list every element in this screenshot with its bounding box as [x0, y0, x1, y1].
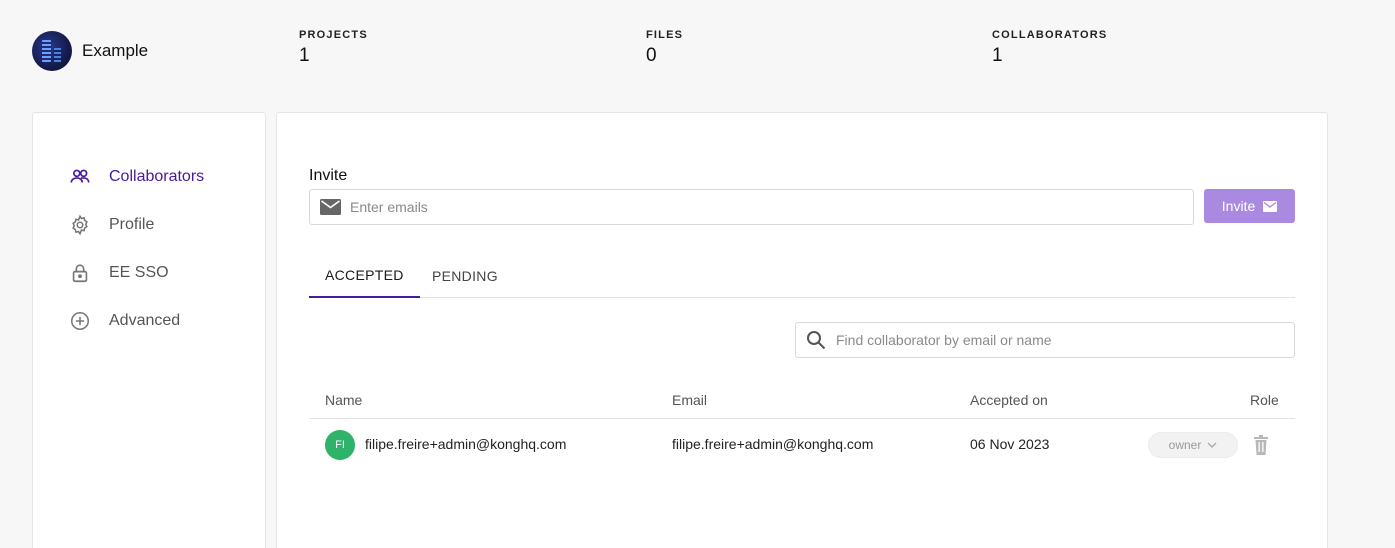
- collaborator-name: filipe.freire+admin@konghq.com: [365, 436, 567, 452]
- column-header-role: Role: [1250, 392, 1279, 408]
- stat-label: PROJECTS: [299, 29, 368, 41]
- mail-icon: [1263, 200, 1278, 212]
- collaborator-email: filipe.freire+admin@konghq.com: [672, 436, 874, 452]
- invite-button[interactable]: Invite: [1204, 189, 1295, 223]
- gear-icon: [72, 214, 88, 236]
- tab-label: ACCEPTED: [325, 266, 404, 283]
- stat-collaborators: COLLABORATORS 1: [992, 29, 1107, 67]
- plus-circle-icon: [70, 311, 90, 331]
- stat-value: 1: [299, 45, 310, 66]
- stat-label: FILES: [646, 29, 684, 41]
- invite-button-label: Invite: [1221, 198, 1256, 214]
- stat-value: 0: [646, 45, 657, 66]
- collaborator-search-field[interactable]: [795, 322, 1295, 358]
- invite-email-input[interactable]: [350, 199, 1170, 215]
- accepted-date: 06 Nov 2023: [970, 436, 1050, 452]
- tab-label: PENDING: [432, 267, 498, 284]
- trash-icon[interactable]: [1252, 435, 1270, 455]
- collaborator-tabs: ACCEPTED PENDING: [309, 253, 1295, 298]
- sidebar-item-profile[interactable]: Profile: [69, 214, 154, 236]
- column-header-accepted: Accepted on: [970, 392, 1048, 408]
- column-header-name: Name: [325, 392, 363, 408]
- settings-sidebar: Collaborators Profile EE SSO Advanced: [32, 112, 266, 548]
- sidebar-item-label: Collaborators: [109, 168, 205, 185]
- avatar: FI: [325, 430, 355, 460]
- role-value: owner: [1168, 438, 1202, 452]
- stat-value: 1: [992, 45, 1003, 66]
- sidebar-item-ee-sso[interactable]: EE SSO: [69, 262, 169, 284]
- org-avatar-icon: [32, 31, 72, 71]
- users-icon: [70, 169, 90, 183]
- sidebar-item-collaborators[interactable]: Collaborators: [69, 166, 204, 188]
- role-select[interactable]: owner: [1148, 432, 1238, 458]
- stat-label: COLLABORATORS: [992, 29, 1108, 41]
- org-name: Example: [82, 41, 149, 60]
- mail-icon: [320, 199, 341, 215]
- stat-projects: PROJECTS 1: [299, 29, 368, 67]
- invite-title: Invite: [309, 167, 348, 184]
- search-icon: [807, 331, 826, 350]
- tab-accepted[interactable]: ACCEPTED: [309, 253, 420, 298]
- invite-email-field[interactable]: [309, 189, 1194, 225]
- table-row: FI filipe.freire+admin@konghq.com filipe…: [309, 428, 1295, 462]
- collaborators-panel: Invite Invite ACCEPTED PENDING Name Emai…: [276, 112, 1328, 548]
- lock-icon: [72, 264, 88, 283]
- sidebar-item-label: Advanced: [109, 312, 181, 329]
- tab-pending[interactable]: PENDING: [416, 253, 514, 298]
- chevron-down-icon: [1207, 442, 1217, 448]
- table-header: Name Email Accepted on Role: [309, 388, 1295, 419]
- sidebar-item-label: EE SSO: [109, 264, 169, 281]
- sidebar-item-advanced[interactable]: Advanced: [69, 310, 180, 332]
- search-input[interactable]: [836, 332, 1276, 348]
- column-header-email: Email: [672, 392, 708, 408]
- sidebar-item-label: Profile: [109, 216, 155, 233]
- org-header: Example: [32, 31, 148, 71]
- stat-files: FILES 0: [646, 29, 683, 67]
